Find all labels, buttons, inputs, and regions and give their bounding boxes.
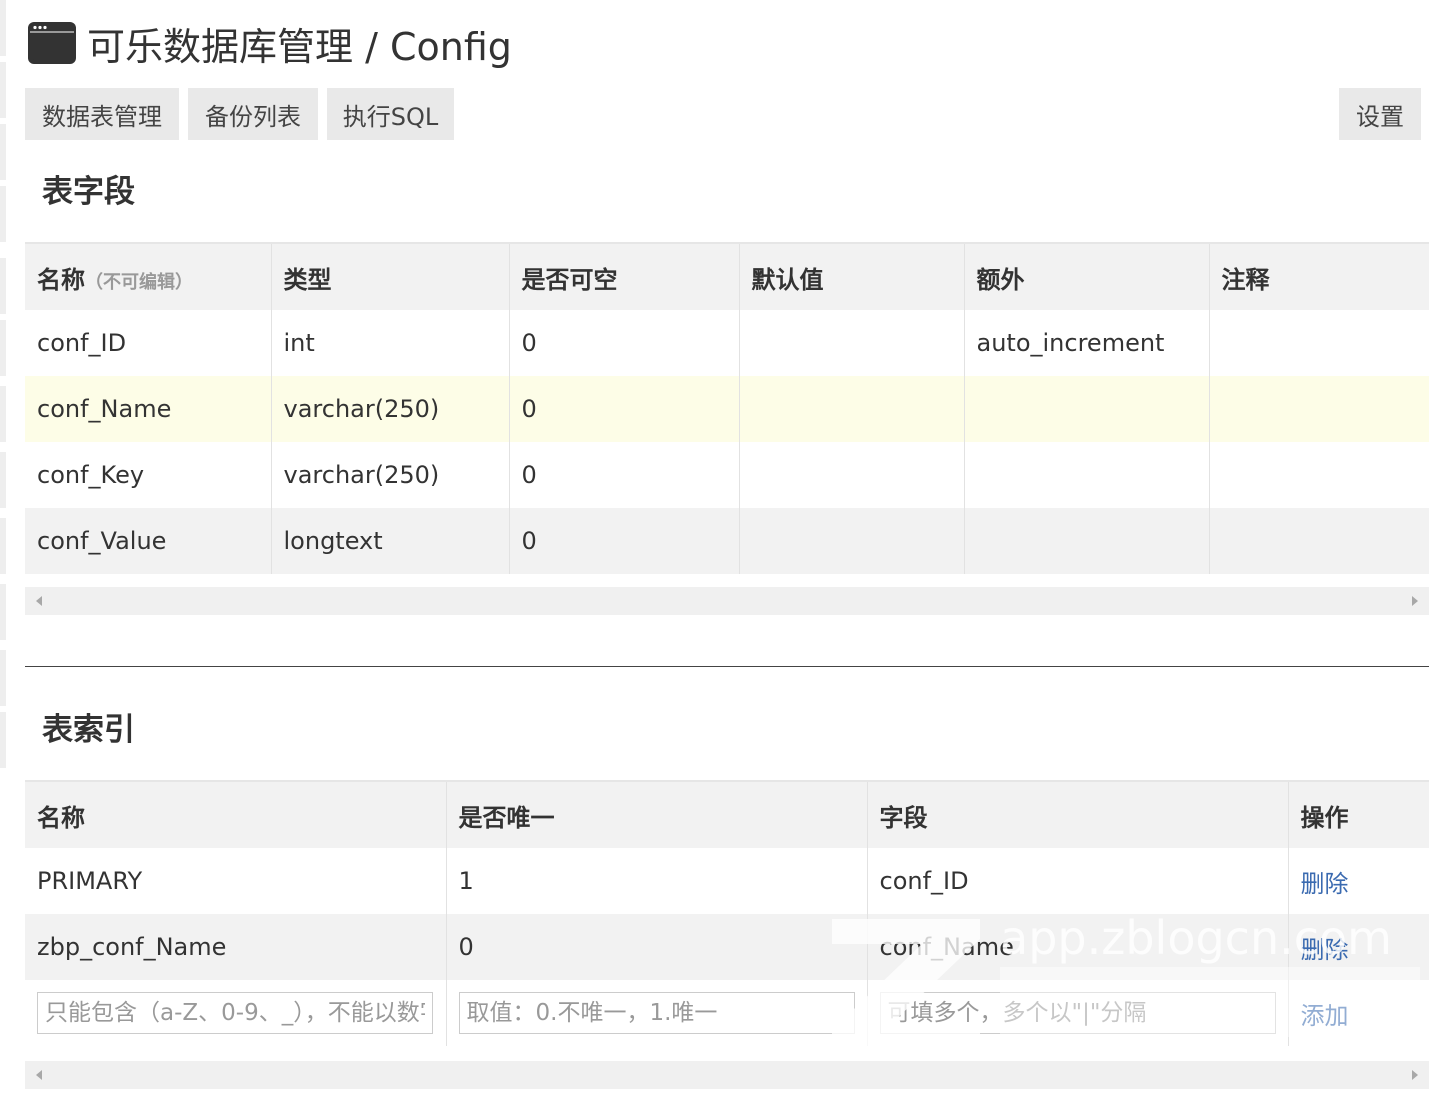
field-default-cell bbox=[739, 310, 965, 376]
field-type-cell: varchar(250) bbox=[271, 442, 510, 508]
column-header-comment: 注释 bbox=[1209, 242, 1429, 310]
column-header-nullable: 是否可空 bbox=[509, 242, 740, 310]
fields-horizontal-scrollbar[interactable] bbox=[25, 587, 1429, 615]
field-nullable-cell: 0 bbox=[509, 310, 740, 376]
table-row: zbp_conf_Name 0 conf_Name 删除 bbox=[25, 914, 1429, 980]
index-name-cell: zbp_conf_Name bbox=[25, 914, 447, 980]
scroll-left-arrow-icon[interactable] bbox=[36, 596, 42, 606]
indexes-header-row: 名称 是否唯一 字段 操作 bbox=[25, 780, 1429, 848]
nav-tables-button[interactable]: 数据表管理 bbox=[25, 88, 179, 140]
index-fields-cell: conf_Name bbox=[867, 914, 1289, 980]
window-icon bbox=[28, 22, 76, 64]
column-header-index-name: 名称 bbox=[25, 780, 447, 848]
field-nullable-cell: 0 bbox=[509, 376, 740, 442]
nav-backups-button[interactable]: 备份列表 bbox=[188, 88, 318, 140]
field-nullable-cell: 0 bbox=[509, 442, 740, 508]
index-unique-cell: 0 bbox=[446, 914, 868, 980]
index-name-cell: PRIMARY bbox=[25, 848, 447, 914]
index-action-cell: 删除 bbox=[1288, 914, 1429, 980]
page-header: 可乐数据库管理 / Config bbox=[27, 18, 512, 69]
field-comment-cell bbox=[1209, 310, 1429, 376]
field-type-cell: varchar(250) bbox=[271, 376, 510, 442]
column-header-type: 类型 bbox=[271, 242, 510, 310]
field-name-cell: conf_Name bbox=[25, 376, 272, 442]
field-extra-cell bbox=[964, 442, 1210, 508]
index-unique-cell: 1 bbox=[446, 848, 868, 914]
scroll-right-arrow-icon[interactable] bbox=[1412, 1070, 1418, 1080]
left-edge-marks bbox=[0, 0, 8, 770]
new-index-fields-cell bbox=[867, 980, 1289, 1046]
field-comment-cell bbox=[1209, 508, 1429, 574]
fields-table: 名称（不可编辑） 类型 是否可空 默认值 额外 注释 conf_ID int 0… bbox=[25, 242, 1429, 574]
indexes-horizontal-scrollbar[interactable] bbox=[25, 1061, 1429, 1089]
delete-index-link[interactable]: 删除 bbox=[1301, 936, 1349, 964]
field-extra-cell bbox=[964, 376, 1210, 442]
field-default-cell bbox=[739, 376, 965, 442]
field-nullable-cell: 0 bbox=[509, 508, 740, 574]
column-header-action: 操作 bbox=[1288, 780, 1429, 848]
new-index-name-cell bbox=[25, 980, 447, 1046]
field-comment-cell bbox=[1209, 442, 1429, 508]
field-name-cell: conf_Value bbox=[25, 508, 272, 574]
new-index-unique-input[interactable] bbox=[458, 992, 855, 1034]
field-type-cell: longtext bbox=[271, 508, 510, 574]
field-extra-cell: auto_increment bbox=[964, 310, 1210, 376]
indexes-section-title: 表索引 bbox=[42, 712, 135, 748]
field-default-cell bbox=[739, 508, 965, 574]
indexes-table: 名称 是否唯一 字段 操作 PRIMARY 1 conf_ID 删除 zbp_c… bbox=[25, 780, 1429, 1046]
table-row: conf_Name varchar(250) 0 bbox=[25, 376, 1429, 442]
new-index-fields-input[interactable] bbox=[879, 992, 1276, 1034]
field-name-cell: conf_Key bbox=[25, 442, 272, 508]
column-header-fields: 字段 bbox=[867, 780, 1289, 848]
field-extra-cell bbox=[964, 508, 1210, 574]
column-header-extra: 额外 bbox=[964, 242, 1210, 310]
column-header-name: 名称（不可编辑） bbox=[25, 242, 272, 310]
field-default-cell bbox=[739, 442, 965, 508]
table-row: conf_Key varchar(250) 0 bbox=[25, 442, 1429, 508]
delete-index-link[interactable]: 删除 bbox=[1301, 870, 1349, 898]
new-index-row: 添加 bbox=[25, 980, 1429, 1046]
table-row: conf_ID int 0 auto_increment bbox=[25, 310, 1429, 376]
scroll-left-arrow-icon[interactable] bbox=[36, 1070, 42, 1080]
fields-header-row: 名称（不可编辑） 类型 是否可空 默认值 额外 注释 bbox=[25, 242, 1429, 310]
field-type-cell: int bbox=[271, 310, 510, 376]
column-header-name-hint: （不可编辑） bbox=[85, 271, 193, 293]
column-header-unique: 是否唯一 bbox=[446, 780, 868, 848]
field-name-cell: conf_ID bbox=[25, 310, 272, 376]
new-index-action-cell: 添加 bbox=[1288, 980, 1429, 1046]
settings-button[interactable]: 设置 bbox=[1339, 88, 1421, 140]
new-index-name-input[interactable] bbox=[37, 992, 433, 1034]
index-fields-cell: conf_ID bbox=[867, 848, 1289, 914]
index-action-cell: 删除 bbox=[1288, 848, 1429, 914]
nav-sql-button[interactable]: 执行SQL bbox=[327, 88, 454, 140]
fields-section-title: 表字段 bbox=[42, 174, 135, 210]
column-header-name-label: 名称 bbox=[37, 265, 85, 294]
scroll-right-arrow-icon[interactable] bbox=[1412, 596, 1418, 606]
table-row: PRIMARY 1 conf_ID 删除 bbox=[25, 848, 1429, 914]
table-row: conf_Value longtext 0 bbox=[25, 508, 1429, 574]
field-comment-cell bbox=[1209, 376, 1429, 442]
new-index-unique-cell bbox=[446, 980, 868, 1046]
column-header-default: 默认值 bbox=[739, 242, 965, 310]
section-divider bbox=[25, 666, 1429, 667]
add-index-link[interactable]: 添加 bbox=[1301, 1002, 1349, 1030]
page-title: 可乐数据库管理 / Config bbox=[87, 24, 512, 69]
